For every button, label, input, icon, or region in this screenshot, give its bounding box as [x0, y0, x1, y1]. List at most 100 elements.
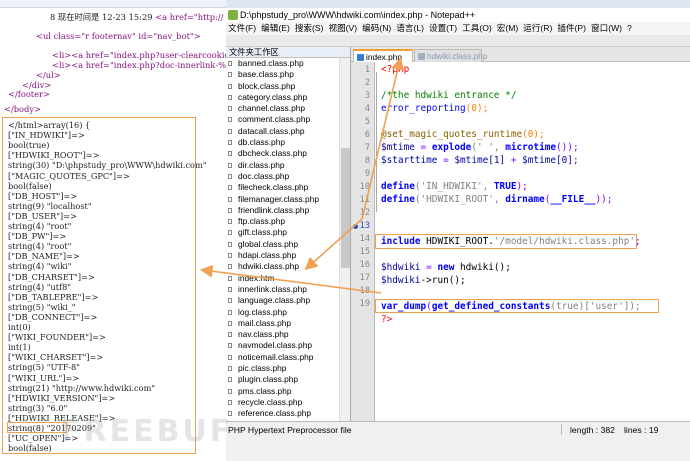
menu-item[interactable]: 视图(V) [328, 23, 357, 33]
file-icon [228, 388, 232, 394]
file-item[interactable]: filecheck.class.php [226, 182, 338, 193]
panel-title: 文件夹工作区 [226, 47, 350, 58]
file-icon [228, 332, 232, 338]
file-icon [228, 264, 232, 270]
file-item[interactable]: category.class.php [226, 92, 338, 103]
file-item[interactable]: dir.class.php [226, 160, 338, 171]
file-item[interactable]: dbcheck.class.php [226, 148, 338, 159]
file-item[interactable]: base.class.php [226, 69, 338, 80]
file-item[interactable]: nav.class.php [226, 329, 338, 340]
file-icon [228, 162, 232, 168]
file-item[interactable]: channel.class.php [226, 103, 338, 114]
menu-item[interactable]: ? [627, 23, 632, 33]
menu-item[interactable]: 搜索(S) [295, 23, 324, 33]
code-line-11: define('HDWIKI_ROOT', dirname(__FILE__))… [381, 194, 613, 205]
file-icon [228, 343, 232, 349]
bookmark-icon[interactable] [352, 224, 358, 229]
menu-item[interactable]: 工具(O) [462, 23, 492, 33]
menu-item[interactable]: 语言(L) [396, 23, 424, 33]
code-line-4: error_reporting(0); [381, 103, 489, 114]
file-item[interactable]: log.class.php [226, 307, 338, 318]
dump-line: ["DB_HOST"]=> [8, 190, 78, 201]
file-label: log.class.php [238, 306, 287, 317]
code-line-13: include HDWIKI_ROOT.'/model/hdwiki.class… [381, 236, 641, 247]
dump-line: ["WIKI_URL"]=> [8, 372, 80, 383]
menu-item[interactable]: 宏(M) [497, 23, 518, 33]
file-item[interactable]: plugin.class.php [226, 374, 338, 385]
file-item[interactable]: db.class.php [226, 137, 338, 148]
status-bar: PHP Hypertext Preprocessor file length :… [226, 421, 690, 461]
file-item[interactable]: recycle.class.php [226, 397, 338, 408]
menu-item[interactable]: 编辑(E) [261, 23, 290, 33]
tab-label: hdwiki.class.php [427, 51, 488, 61]
file-icon [228, 173, 232, 179]
file-item[interactable]: gift.class.php [226, 227, 338, 238]
menu-item[interactable]: 设置(T) [429, 23, 457, 33]
scrollbar-thumb[interactable] [341, 148, 350, 268]
file-item[interactable]: doc.class.php [226, 171, 338, 182]
line-number: 17 [359, 273, 370, 283]
file-label: plugin.class.php [238, 374, 299, 385]
file-item[interactable]: hdwiki.class.php [226, 261, 338, 272]
line-number: 16 [359, 260, 370, 270]
file-icon [228, 230, 232, 236]
source-line: <ul class="r footernav" id="nav_bot"> [36, 31, 201, 41]
dump-line: string(4) "root" [8, 221, 72, 231]
menu-item[interactable]: 窗口(W) [591, 23, 622, 33]
tab-index-php[interactable]: index.php [353, 49, 413, 62]
browser-source-view: 8 现在时间是 12-23 15:29 <a href="http:// <ul… [0, 0, 226, 461]
file-label: doc.class.php [238, 170, 290, 181]
menu-item[interactable]: 文件(F) [228, 23, 256, 33]
file-item[interactable]: pms.class.php [226, 386, 338, 397]
code-editor[interactable]: index.php hdwiki.class.php 1 2 3 4 5 6 7 8 9 10 11… [351, 47, 690, 421]
tab-hdwiki-class-php[interactable]: hdwiki.class.php [414, 49, 487, 62]
menu-item[interactable]: 运行(R) [523, 23, 552, 33]
file-item[interactable]: navmodel.class.php [226, 340, 338, 351]
file-item[interactable]: friendlink.class.php [226, 205, 338, 216]
file-item[interactable]: datacall.class.php [226, 126, 338, 137]
line-number: 1 [364, 65, 370, 75]
file-label: index.htm [238, 272, 275, 283]
line-number: 18 [359, 286, 370, 296]
file-item[interactable]: noticemail.class.php [226, 352, 338, 363]
file-item[interactable]: hdapi.class.php [226, 250, 338, 261]
panel-scrollbar[interactable] [339, 58, 350, 421]
source-line: <li><a href="index.php?doc-innerlink-%E8… [52, 60, 226, 70]
file-item[interactable]: ftp.class.php [226, 216, 338, 227]
dump-line: string(4) "utf8" [8, 281, 72, 292]
dump-line: int(0) [8, 322, 31, 332]
folder-workspace-panel: 文件夹工作区 banned.class.php base.class.php blo… [226, 47, 351, 421]
source-line: </footer> [8, 89, 50, 99]
file-item[interactable]: block.class.php [226, 81, 338, 92]
file-item[interactable]: innerlink.class.php [226, 284, 338, 295]
file-item[interactable]: pic.class.php [226, 363, 338, 374]
line-number: 19 [359, 299, 370, 309]
file-item[interactable]: comment.class.php [226, 114, 338, 125]
file-icon [228, 94, 232, 100]
file-item[interactable]: language.class.php [226, 295, 338, 306]
file-item[interactable]: reference.class.php [226, 408, 338, 419]
line-number: 4 [364, 104, 370, 114]
source-line: <li><a href="index.php?user-clearcookies… [52, 50, 226, 60]
code-area[interactable]: <?php /*the hdwiki entrance */ error_rep… [375, 62, 690, 421]
line-number: 15 [359, 247, 370, 257]
window-title-text: D:\phpstudy_pro\WWW\hdwiki.com\index.php… [240, 10, 476, 20]
file-label: base.class.php [238, 69, 294, 80]
file-icon [228, 377, 232, 383]
file-item[interactable]: global.class.php [226, 239, 338, 250]
window-title: D:\phpstudy_pro\WWW\hdwiki.com\index.php… [226, 8, 690, 22]
line-number: 8 [364, 156, 370, 166]
file-item[interactable]: index.htm [226, 273, 338, 284]
menu-item[interactable]: 编码(N) [362, 23, 391, 33]
file-item[interactable]: mail.class.php [226, 318, 338, 329]
line-number: 3 [364, 91, 370, 101]
browser-tab-strip [226, 0, 690, 8]
dump-line: string(21) "http://www.hdwiki.com" [8, 382, 156, 393]
file-item[interactable]: banned.class.php [226, 58, 338, 69]
file-item[interactable]: filemanager.class.php [226, 194, 338, 205]
menu-item[interactable]: 插件(P) [557, 23, 586, 33]
file-icon [228, 128, 232, 134]
line-number: 6 [364, 130, 370, 140]
code-line-10: define('IN_HDWIKI', TRUE); [381, 181, 528, 192]
editor-tabs: index.php hdwiki.class.php [351, 47, 690, 62]
